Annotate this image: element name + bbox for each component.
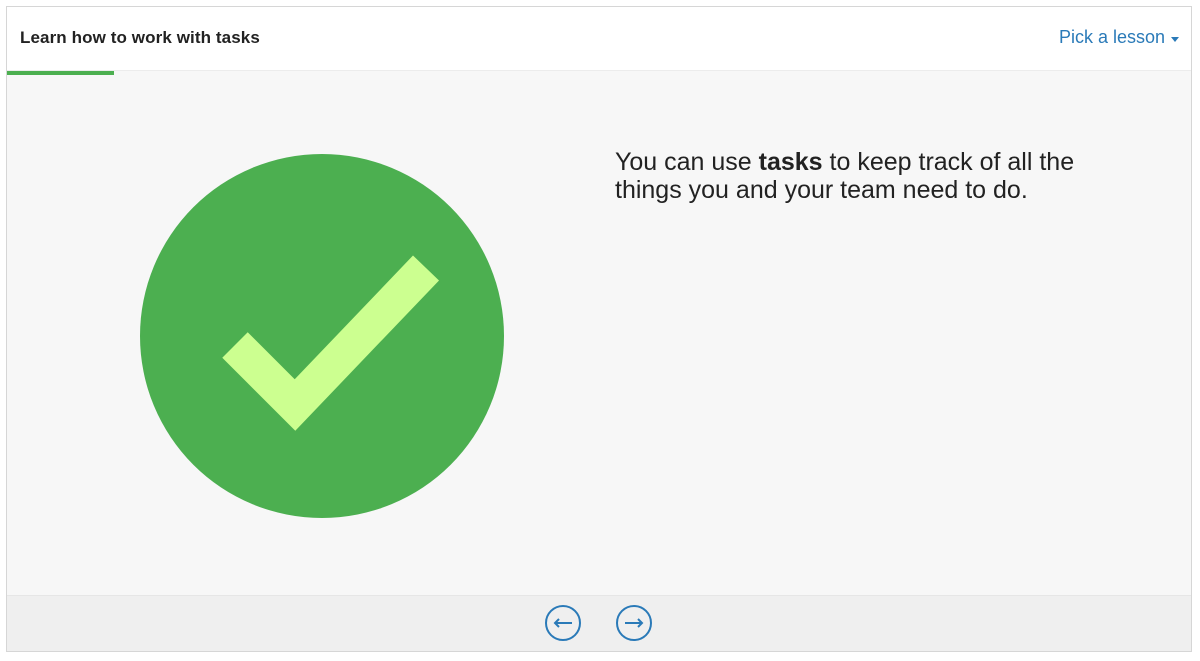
- arrow-right-icon: [625, 618, 644, 628]
- arrow-left-icon: [553, 618, 572, 628]
- lesson-header: Learn how to work with tasks Pick a less…: [7, 7, 1191, 71]
- next-button[interactable]: [616, 605, 652, 641]
- message-text-bold: tasks: [758, 148, 823, 176]
- checkmark-circle-background: [140, 154, 504, 518]
- lesson-window: Learn how to work with tasks Pick a less…: [6, 6, 1192, 652]
- pick-lesson-dropdown[interactable]: Pick a lesson: [1059, 27, 1179, 48]
- lesson-title: Learn how to work with tasks: [20, 28, 260, 47]
- pick-lesson-label: Pick a lesson: [1058, 27, 1165, 47]
- lesson-footer: [7, 595, 1191, 651]
- message-text-start: You can use: [615, 148, 759, 176]
- previous-button[interactable]: [545, 605, 581, 641]
- checkmark-circle-icon: [140, 154, 504, 518]
- caret-down-icon: [1171, 36, 1179, 42]
- slide-message: You can use tasks to keep track of all t…: [615, 148, 1135, 204]
- slide-content: You can use tasks to keep track of all t…: [7, 75, 1191, 595]
